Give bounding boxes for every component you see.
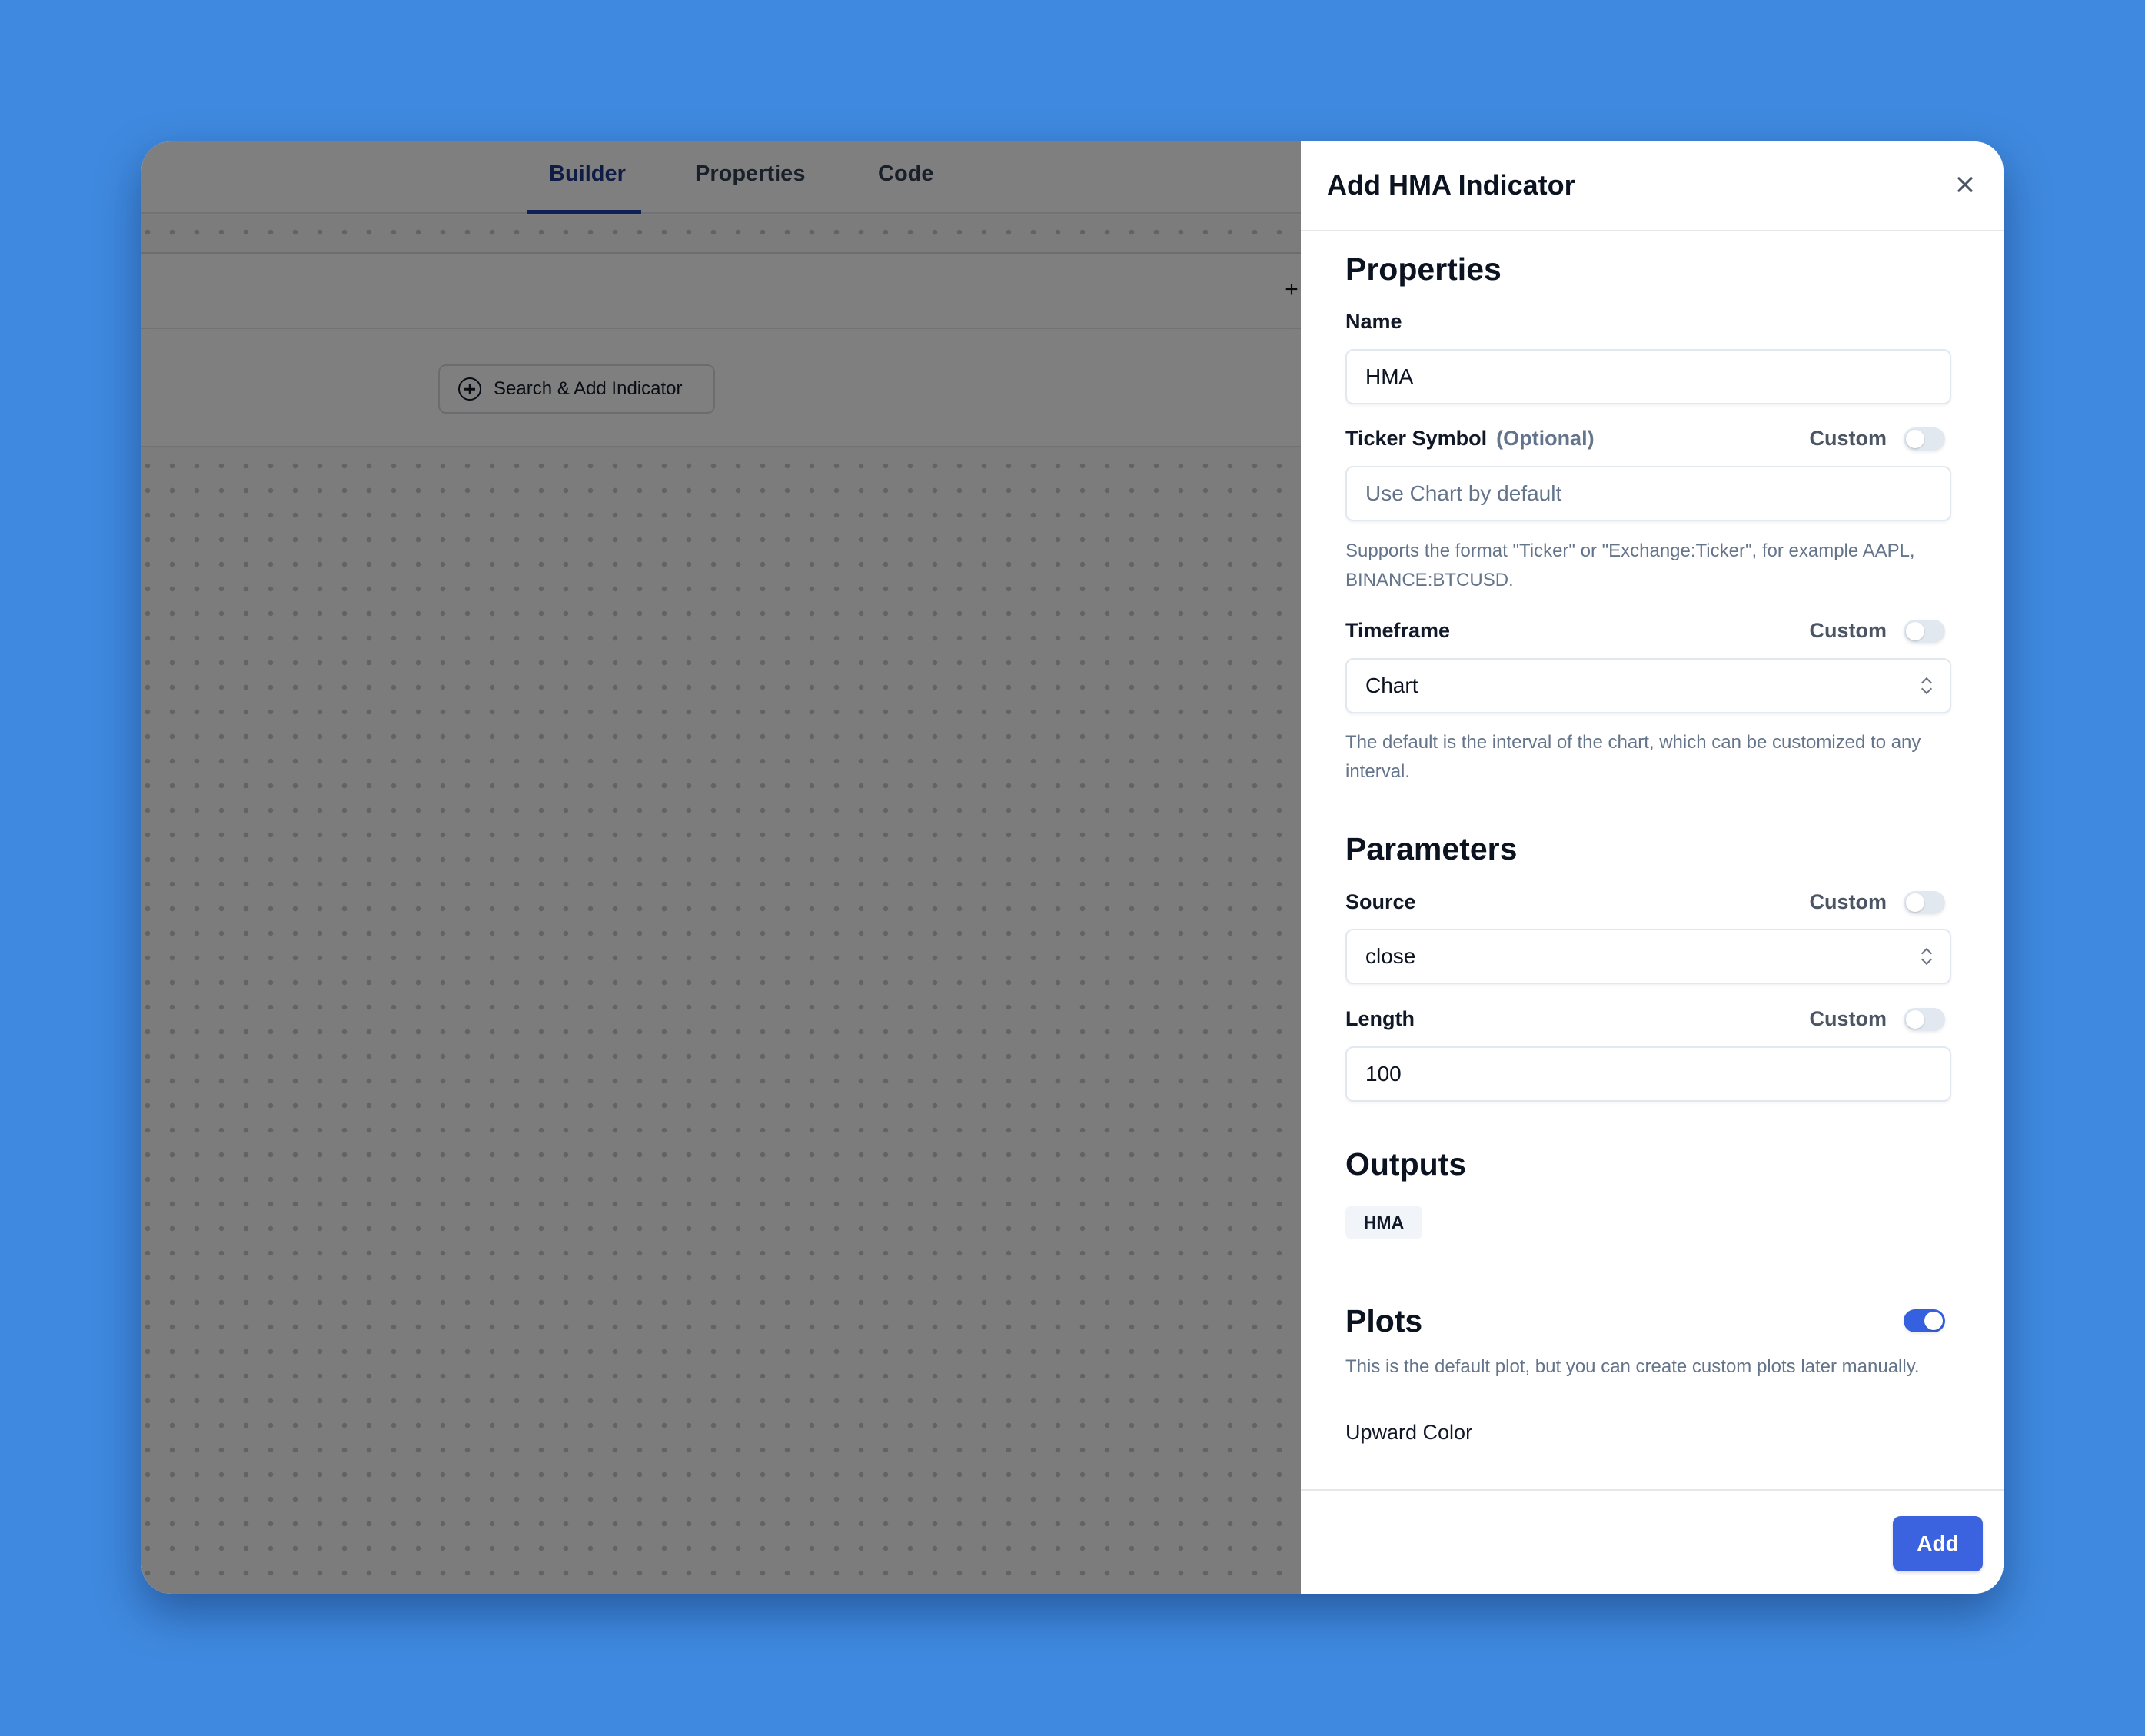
length-input-value: 100 (1365, 1062, 1402, 1086)
ticker-symbol-placeholder: Use Chart by default (1365, 481, 1562, 505)
timeframe-label: Timeframe (1345, 619, 1451, 642)
toggle-knob (1924, 1312, 1943, 1330)
panel-footer: Add (1301, 1489, 2004, 1594)
chevron-up-down-icon (1921, 677, 1933, 697)
name-input-value: HMA (1365, 364, 1414, 388)
add-indicator-panel: Add HMA Indicator Properties Name HMA Ti… (1301, 141, 2004, 1594)
length-custom-toggle[interactable] (1904, 1007, 1945, 1031)
timeframe-select[interactable]: Chart (1345, 658, 1951, 713)
toggle-knob (1906, 429, 1924, 448)
ticker-custom-toggle[interactable] (1904, 427, 1945, 451)
source-label: Source (1345, 890, 1416, 913)
timeframe-custom-toggle[interactable] (1904, 619, 1945, 643)
timeframe-help-text: The default is the interval of the chart… (1345, 732, 1921, 782)
toggle-knob (1906, 1009, 1924, 1029)
ticker-symbol-label: Ticker Symbol (Optional) (1345, 427, 1595, 451)
source-custom-toggle[interactable] (1904, 890, 1945, 914)
output-badge-hma: HMA (1345, 1206, 1422, 1239)
source-custom-toggle-group: Custom (1809, 890, 1945, 914)
name-input[interactable]: HMA (1345, 349, 1951, 404)
add-button[interactable]: Add (1893, 1516, 1983, 1571)
ticker-help-text: Supports the format "Ticker" or "Exchang… (1345, 540, 1915, 590)
source-select[interactable]: close (1345, 929, 1951, 984)
parameters-heading: Parameters (1345, 831, 1518, 866)
source-custom-label: Custom (1809, 890, 1887, 913)
outputs-heading: Outputs (1345, 1146, 1467, 1182)
modal-overlay[interactable] (141, 141, 1301, 1594)
timeframe-custom-toggle-group: Custom (1809, 619, 1945, 643)
timeframe-custom-label: Custom (1809, 619, 1887, 642)
length-label: Length (1345, 1007, 1415, 1030)
length-input[interactable]: 100 (1345, 1046, 1951, 1102)
source-select-value: close (1365, 944, 1416, 968)
timeframe-select-value: Chart (1365, 673, 1418, 697)
plots-heading: Plots (1345, 1303, 1423, 1339)
name-label: Name (1345, 310, 1402, 333)
panel-header: Add HMA Indicator (1301, 141, 2004, 231)
ticker-symbol-label-text: Ticker Symbol (1345, 427, 1488, 450)
panel-body[interactable]: Properties Name HMA Ticker Symbol (Option… (1301, 233, 2004, 1489)
close-icon[interactable] (1953, 172, 1977, 197)
length-custom-label: Custom (1809, 1007, 1887, 1030)
plots-toggle[interactable] (1904, 1309, 1945, 1332)
ticker-custom-label: Custom (1809, 427, 1887, 450)
plots-help-text: This is the default plot, but you can cr… (1345, 1356, 1920, 1377)
optional-label: (Optional) (1496, 427, 1595, 450)
length-custom-toggle-group: Custom (1809, 1007, 1945, 1031)
chevron-up-down-icon (1921, 947, 1933, 967)
ticker-custom-toggle-group: Custom (1809, 427, 1945, 451)
ticker-symbol-input[interactable]: Use Chart by default (1345, 466, 1951, 521)
properties-heading: Properties (1345, 251, 1502, 287)
panel-title: Add HMA Indicator (1327, 169, 1575, 201)
app-window: Builder Properties Code + Search & Add I… (141, 141, 2004, 1594)
toggle-knob (1906, 621, 1924, 640)
upward-color-label: Upward Color (1345, 1421, 1473, 1444)
toggle-knob (1906, 893, 1924, 912)
